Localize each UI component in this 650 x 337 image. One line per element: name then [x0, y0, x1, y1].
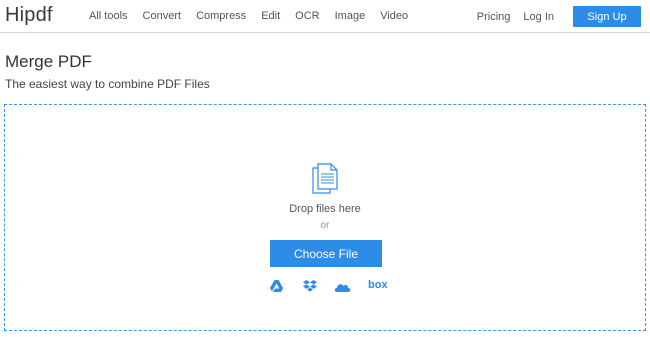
google-drive-icon[interactable]: [270, 280, 283, 292]
login-link[interactable]: Log In: [523, 11, 554, 23]
nav-convert[interactable]: Convert: [143, 10, 182, 22]
or-separator: or: [320, 220, 330, 231]
cloud-sources: box: [268, 278, 388, 298]
top-navbar: Hipdf All tools Convert Compress Edit OC…: [0, 0, 650, 33]
nav-video[interactable]: Video: [380, 10, 408, 22]
nav-ocr[interactable]: OCR: [295, 10, 319, 22]
sign-up-button[interactable]: Sign Up: [573, 6, 641, 27]
main-nav: All tools Convert Compress Edit OCR Imag…: [89, 10, 423, 22]
page-title: Merge PDF: [5, 52, 92, 71]
hipdf-logo[interactable]: Hipdf: [5, 4, 53, 27]
nav-all-tools[interactable]: All tools: [89, 10, 128, 22]
file-dropzone[interactable]: Drop files here or Choose File box: [4, 104, 646, 331]
choose-file-button[interactable]: Choose File: [270, 240, 382, 267]
pricing-link[interactable]: Pricing: [477, 11, 511, 23]
nav-image[interactable]: Image: [335, 10, 366, 22]
page-subtitle: The easiest way to combine PDF Files: [5, 77, 210, 91]
drop-files-text: Drop files here: [289, 203, 361, 215]
box-icon[interactable]: box: [368, 279, 388, 291]
nav-edit[interactable]: Edit: [261, 10, 280, 22]
account-nav: Pricing Log In Sign Up: [477, 6, 641, 27]
documents-icon: [312, 163, 338, 194]
dropbox-icon[interactable]: [303, 280, 317, 293]
onedrive-icon[interactable]: [334, 282, 351, 292]
nav-compress[interactable]: Compress: [196, 10, 246, 22]
